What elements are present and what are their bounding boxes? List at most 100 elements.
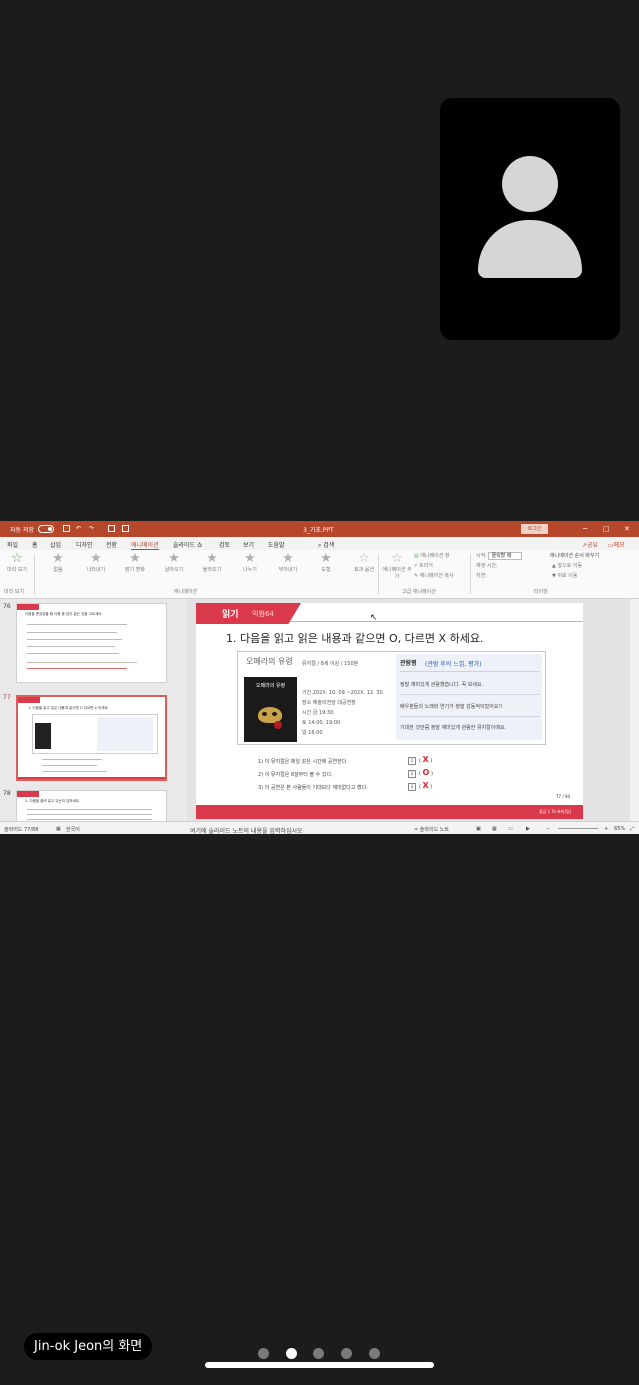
effect-shape[interactable]: ★ 도형 — [310, 551, 342, 574]
tab-design[interactable]: 디자인 — [76, 540, 93, 549]
thumb-line — [42, 771, 107, 772]
share-button[interactable]: ↗공유 — [582, 540, 598, 549]
effect-split[interactable]: ★ 나누기 — [234, 552, 266, 574]
review-subtitle: (관람 후의 느낌, 평가) — [425, 661, 482, 668]
shared-screen[interactable]: 자동 저장 ↶ ↷ 3_기초.PPT 로그인 ─ □ ✕ 파일 홈 삽입 디자인… — [0, 521, 639, 834]
presenter-label: Jin-ok Jeon의 화면 — [24, 1333, 153, 1360]
poster-caption: 오페라의 유령 — [255, 683, 286, 689]
zoom-out-icon[interactable]: − — [546, 826, 550, 832]
tab-help[interactable]: 도움말 — [268, 540, 285, 549]
zoom-slider[interactable] — [558, 828, 598, 829]
question-title: 1. 다음을 읽고 읽은 내용과 같으면 O, 다르면 X 하세요. — [226, 632, 484, 645]
normal-view-icon[interactable]: ▣ — [476, 826, 481, 832]
content-box: 오페라의 유령 오페라의 유령 뮤지컬 / 8세 이상 / 150분 기간 20… — [237, 651, 546, 745]
thumb-poster — [35, 723, 51, 749]
move-later-button[interactable]: ▼ 뒤로 이동 — [552, 572, 577, 579]
effect-label: 밝기 변화 — [125, 567, 145, 573]
painter-icon: ✎ — [414, 573, 419, 579]
sorter-view-icon[interactable]: ▦ — [492, 826, 497, 832]
participant-video-tile[interactable] — [440, 98, 620, 340]
animation-painter-button[interactable]: ✎ 애니메이션 복사 — [414, 572, 454, 579]
thumb-number: 76 — [3, 603, 11, 610]
answer-2: 2( O ) — [408, 768, 433, 778]
thumb-line — [27, 809, 152, 810]
thumb-title: 1. 다음을 읽고 읽은 내용과 같으면 O 다르면 X 하세요. — [28, 706, 109, 710]
effect-fly-in[interactable]: ★ 날아오기 — [158, 552, 190, 574]
zoom-level[interactable]: 65% — [614, 826, 625, 832]
search-icon: ⌕ — [318, 542, 322, 549]
thumb-header — [18, 697, 40, 703]
redo-icon[interactable]: ↷ — [89, 525, 94, 532]
effect-appear[interactable]: ★ 나타내기 — [80, 552, 112, 574]
fit-slide-icon[interactable]: ⤢ — [630, 826, 634, 832]
duration-field[interactable]: 재생 시간: — [476, 562, 498, 569]
spellcheck-icon[interactable]: ▦ — [56, 826, 61, 832]
answer-mark: O — [422, 768, 430, 777]
info-line: 장소 예술의전당 대공연장 — [302, 700, 356, 706]
thumb-line — [27, 632, 117, 633]
tab-insert[interactable]: 삽입 — [50, 540, 61, 549]
effect-float-in[interactable]: ★ 올라오기 — [196, 551, 228, 574]
quick-access-icon[interactable] — [122, 525, 129, 532]
slide-thumbnail-76[interactable]: 다음을 준읽었을 때 다음 중 답이 없는 것을 고르세요. — [16, 603, 167, 683]
page-dot[interactable] — [313, 1348, 324, 1359]
animation-pane-button[interactable]: ▤ 애니메이션 창 — [414, 552, 450, 559]
effect-wipe[interactable]: ★ 닦아내기 — [272, 552, 304, 574]
page-dot[interactable] — [258, 1348, 269, 1359]
slideshow-icon[interactable] — [108, 525, 115, 532]
star-icon: ★ — [206, 551, 218, 566]
start-dropdown[interactable]: 시작: 클릭할 때 — [476, 552, 523, 560]
save-icon[interactable] — [63, 525, 70, 532]
move-later-label: 뒤로 이동 — [557, 573, 578, 579]
home-indicator[interactable] — [205, 1362, 434, 1368]
tab-slideshow[interactable]: 슬라이드 쇼 — [173, 540, 203, 549]
tab-animations[interactable]: 애니메이션 — [131, 540, 159, 550]
tab-file[interactable]: 파일 — [7, 540, 18, 549]
notes-pane[interactable]: 여기에 슬라이드 노트의 내용을 입력하십시오 ≐ 슬라이드 노트 ▣ ▦ ▭ … — [186, 821, 639, 834]
slideshow-view-icon[interactable]: ▶ — [526, 826, 530, 832]
undo-icon[interactable]: ↶ — [76, 525, 81, 532]
page-dot-active[interactable] — [286, 1348, 297, 1359]
ribbon-divider — [470, 554, 471, 594]
search-box[interactable]: ⌕ 검색 — [318, 540, 334, 550]
group-preview-label: 미리 보기 — [4, 589, 24, 595]
ribbon-tabs: 파일 홈 삽입 디자인 전환 애니메이션 슬라이드 쇼 검토 보기 도움말 ⌕ … — [0, 537, 639, 550]
page-dot[interactable] — [341, 1348, 352, 1359]
slide-thumbnail-77[interactable]: 1. 다음을 읽고 읽은 내용과 같으면 O 다르면 X 하세요. — [16, 695, 167, 781]
review-line: 정말 재미있게 관람했습니다. 꼭 보세요. — [400, 682, 484, 688]
notes-button[interactable]: ≐ 슬라이드 노트 — [414, 826, 449, 833]
effect-options-button[interactable]: ☆ 효과 옵션 — [352, 552, 376, 574]
tab-view[interactable]: 보기 — [243, 540, 254, 549]
page-dot[interactable] — [369, 1348, 380, 1359]
zoom-in-icon[interactable]: + — [604, 826, 608, 832]
autosave-toggle[interactable] — [38, 525, 54, 533]
slide-thumbnails-pane: 76 다음을 준읽었을 때 다음 중 답이 없는 것을 고르세요. 77 1. … — [0, 599, 185, 830]
reading-view-icon[interactable]: ▭ — [508, 826, 513, 832]
vertical-scrollbar[interactable] — [630, 599, 639, 821]
thumb-line — [27, 653, 119, 654]
star-icon: ★ — [320, 551, 332, 566]
tab-review[interactable]: 검토 — [219, 540, 230, 549]
thumb-line — [27, 662, 137, 663]
trigger-button[interactable]: ⚡ 트리거 — [414, 562, 433, 569]
restore-button[interactable]: □ — [603, 525, 610, 533]
effect-none[interactable]: ★ 없음 — [45, 552, 71, 574]
thumb-number: 78 — [3, 790, 11, 797]
memo-button[interactable]: ▭메모 — [608, 540, 625, 549]
preview-button[interactable]: ☆ 미리 보기 — [4, 552, 30, 574]
slide-editor[interactable]: 읽기 익힘64 1. 다음을 읽고 읽은 내용과 같으면 O, 다르면 X 하세… — [186, 599, 630, 821]
login-button[interactable]: 로그인 — [521, 524, 548, 534]
animation-ribbon: ☆ 미리 보기 ★ 없음 ★ 나타내기 ★ 밝기 변화 ★ 날아오기 ★ 올라오기 ★ 나누… — [0, 550, 639, 599]
delay-field[interactable]: 지연: — [476, 572, 487, 579]
close-button[interactable]: ✕ — [624, 525, 630, 533]
tab-home[interactable]: 홈 — [32, 540, 38, 549]
minimize-button[interactable]: ─ — [583, 525, 587, 533]
tab-transitions[interactable]: 전환 — [106, 540, 117, 549]
trigger-label: 트리거 — [419, 563, 433, 569]
current-slide[interactable]: 읽기 익힘64 1. 다음을 읽고 읽은 내용과 같으면 O, 다르면 X 하세… — [196, 603, 583, 819]
effect-fade[interactable]: ★ 밝기 변화 — [118, 552, 152, 574]
move-earlier-button[interactable]: ▲ 앞으로 이동 — [552, 562, 582, 569]
statement-1: 1) 이 뮤지컬은 매일 같은 시간에 공연한다. — [258, 759, 348, 765]
info-line: 일 16:00 — [302, 730, 323, 736]
add-animation-button[interactable]: ☆ 애니메이션 추가 — [382, 552, 412, 581]
